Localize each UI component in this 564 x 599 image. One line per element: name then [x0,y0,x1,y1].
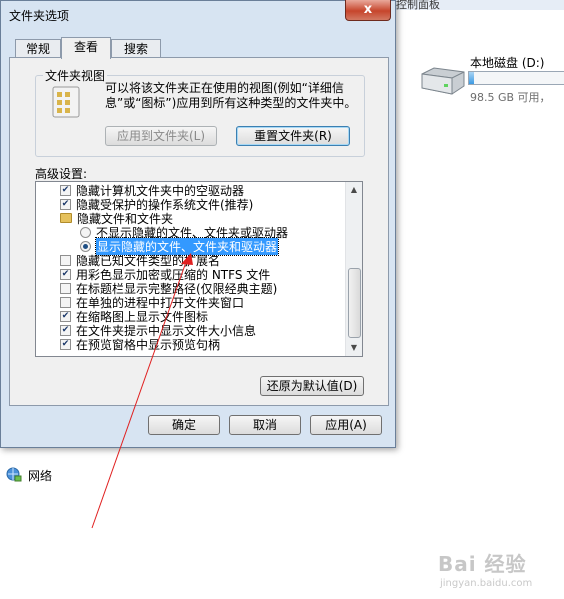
checkbox[interactable] [60,282,71,294]
network-label: 网络 [28,468,53,483]
list-scrollbar[interactable]: ▲ ▼ [345,182,362,356]
advanced-settings-label: 高级设置: [35,167,88,181]
explorer-header-partial: 控制面板 [396,0,440,11]
apply-to-folders-button[interactable]: 应用到文件夹(L) [105,126,217,146]
advanced-settings-list[interactable]: ✔ 隐藏计算机文件夹中的空驱动器 ✔ 隐藏受保护的操作系统文件(推荐) 隐藏文件… [35,181,363,357]
scroll-down-icon[interactable]: ▼ [346,340,362,356]
ok-button[interactable]: 确定 [148,415,220,435]
baidu-watermark: Bai 经验 jingyan.baidu.com [438,548,560,596]
apply-button[interactable]: 应用(A) [310,415,382,435]
list-item-label: 在预览窗格中显示预览句柄 [76,337,221,352]
checkbox[interactable]: ✔ [60,310,71,322]
hard-drive-icon [421,67,465,95]
dialog-title: 文件夹选项 [9,9,70,23]
folder-views-description: 可以将该文件夹正在使用的视图(例如“详细信息”或“图标”)应用到所有这种类型的文… [105,81,357,110]
checkbox[interactable]: ✔ [60,184,71,196]
folder-icon [60,213,72,223]
radio-button[interactable] [80,226,91,238]
tab-general[interactable]: 常规 [15,39,61,59]
scroll-thumb[interactable] [348,268,361,338]
radio-button[interactable] [80,240,91,252]
checkbox[interactable]: ✔ [60,324,71,336]
checkbox[interactable]: ✔ [60,198,71,210]
tab-view[interactable]: 查看 [61,37,111,59]
folder-views-label: 文件夹视图 [43,67,108,84]
folder-view-icon [52,86,80,118]
reset-folders-button[interactable]: 重置文件夹(R) [236,126,350,146]
drive-name: 本地磁盘 (D:) [470,56,545,70]
checkbox[interactable] [60,296,71,308]
checkbox[interactable]: ✔ [60,338,71,350]
cancel-button[interactable]: 取消 [229,415,301,435]
watermark-brand: Bai 经验 [438,552,527,576]
close-button[interactable]: x [345,0,391,21]
folder-options-dialog: 文件夹选项 x 常规 查看 搜索 文件夹视图 可以将该文件夹正在使用的视图(例如… [0,0,396,448]
tab-search[interactable]: 搜索 [111,39,161,59]
checkbox[interactable] [60,254,71,266]
checkbox[interactable]: ✔ [60,268,71,280]
watermark-url: jingyan.baidu.com [440,578,533,589]
list-item[interactable]: ✔ 在预览窗格中显示预览句柄 [60,337,362,352]
nav-network[interactable]: 网络 [6,466,52,484]
drive-usage-fill [469,72,474,84]
network-icon [6,467,22,482]
drive-usage-bar [468,71,564,85]
drive-d[interactable]: 本地磁盘 (D:) 98.5 GB 可用， [410,50,564,110]
scroll-up-icon[interactable]: ▲ [346,182,362,198]
drive-free-space: 98.5 GB 可用， [470,91,551,104]
restore-defaults-button[interactable]: 还原为默认值(D) [260,376,364,396]
